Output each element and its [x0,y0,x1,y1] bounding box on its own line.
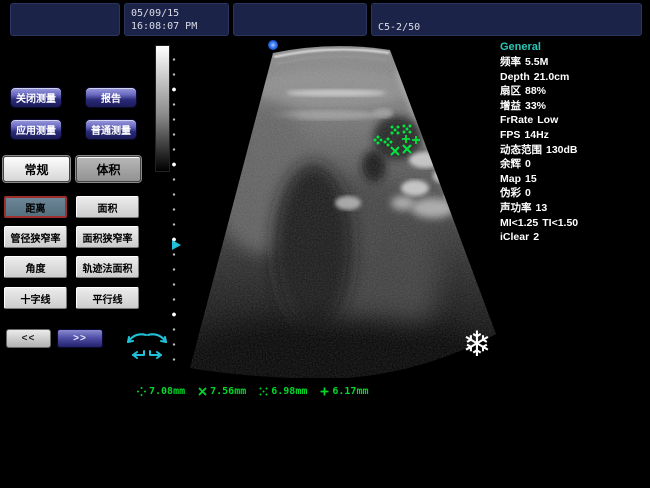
apply-measure-button[interactable]: 应用测量 [10,119,62,140]
param-row: iClear2 [500,230,648,245]
tool-area-stenosis-button[interactable]: 面积狭窄率 [76,226,139,248]
topbar-probe-panel: C5-2/50 [371,3,642,36]
probe-orientation-marker [268,40,278,50]
tool-angle-button[interactable]: 角度 [4,256,67,278]
param-row: FPS14Hz [500,128,648,143]
freeze-indicator-icon: ❄ [456,324,498,366]
param-row: 声功率13 [500,201,648,216]
result-item: 6.98mm [258,386,307,397]
param-row: 增益33% [500,99,648,114]
result-value: 6.98mm [271,386,307,397]
tool-crossline-button[interactable]: 十字线 [4,287,67,309]
result-value: 7.08mm [149,386,185,397]
sector-anatomy [178,38,500,378]
tab-general[interactable]: 常规 [3,156,70,182]
grayscale-bar [155,45,170,172]
param-row: 扇区88% [500,84,648,99]
ultrasound-image[interactable] [178,38,500,378]
tool-distance-button[interactable]: 距离 [4,196,67,218]
close-measure-button[interactable]: 关闭测量 [10,87,62,108]
result-value: 7.56mm [210,386,246,397]
topbar-datetime-panel: 05/09/15 16:08:07 PM [124,3,229,36]
measurement-results: 7.08mm 7.56mm 6.98mm 6.17mm [136,386,369,397]
topbar-hospital-panel [10,3,120,36]
param-row: MI<1.25TI<1.50 [500,216,648,231]
param-row: Depth21.0cm [500,70,648,85]
param-row: 动态范围130dB [500,143,648,158]
probe-label: C5-2/50 [378,21,635,34]
param-row: FrRateLow [500,113,648,128]
tab-volume[interactable]: 体积 [76,156,141,182]
tool-diameter-stenosis-button[interactable]: 管径狭窄率 [4,226,67,248]
general-measure-button[interactable]: 普通测量 [85,119,137,140]
param-row: Map15 [500,172,648,187]
result-item: 6.17mm [319,386,368,397]
caliper-x-icon [197,386,208,397]
report-button[interactable]: 报告 [85,87,137,108]
tool-trace-area-button[interactable]: 轨迹法面积 [76,256,139,278]
ultrasound-screen: 05/09/15 16:08:07 PM C5-2/50 关闭测量 报告 应用测… [0,0,650,488]
tool-area-button[interactable]: 面积 [76,196,139,218]
result-item: 7.08mm [136,386,185,397]
caliper-dot-diamond-icon [136,386,147,397]
date-text: 05/09/15 [131,7,222,20]
tool-parallel-line-button[interactable]: 平行线 [76,287,139,309]
page-next-button[interactable]: >> [57,329,103,348]
preset-name: General [500,40,648,55]
page-prev-button[interactable]: << [6,329,51,348]
topbar-patient-panel [233,3,367,36]
param-row: 频率5.5M [500,55,648,70]
param-row: 余辉0 [500,157,648,172]
cursor-hint-icon [123,329,171,361]
time-text: 16:08:07 PM [131,20,222,33]
result-value: 6.17mm [332,386,368,397]
parameter-panel: General 频率5.5M Depth21.0cm 扇区88% 增益33% F… [500,40,648,245]
depth-scale [170,50,178,372]
caliper-plus-icon [319,386,330,397]
result-item: 7.56mm [197,386,246,397]
param-row: 伪彩0 [500,186,648,201]
caliper-dot-square-icon [258,386,269,397]
